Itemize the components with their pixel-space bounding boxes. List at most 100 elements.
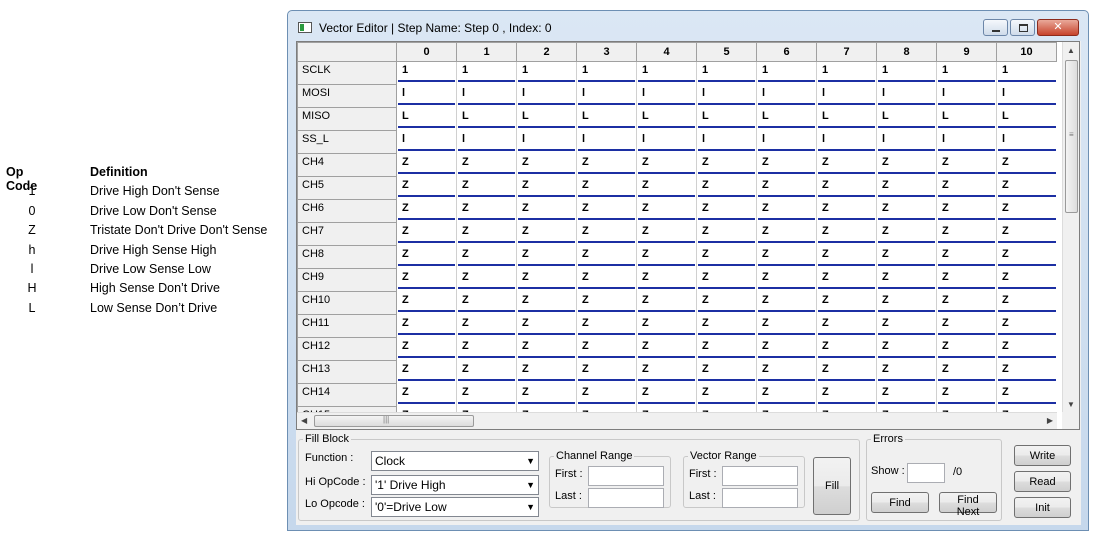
column-header[interactable]: 6 xyxy=(756,42,817,62)
vector-cell[interactable]: Z xyxy=(756,314,817,338)
vector-cell[interactable]: Z xyxy=(576,268,637,292)
vector-cell[interactable]: Z xyxy=(456,268,517,292)
vector-cell[interactable]: 1 xyxy=(636,61,697,85)
vector-cell[interactable]: Z xyxy=(576,245,637,269)
vector-cell[interactable]: Z xyxy=(636,291,697,315)
vector-cell[interactable]: 1 xyxy=(516,61,577,85)
vector-cell[interactable]: Z xyxy=(576,383,637,407)
vector-cell[interactable]: Z xyxy=(936,383,997,407)
channel-first-input[interactable] xyxy=(588,466,664,486)
vector-cell[interactable]: Z xyxy=(396,222,457,246)
vector-cell[interactable]: Z xyxy=(396,245,457,269)
vector-cell[interactable]: l xyxy=(816,130,877,154)
vector-cell[interactable]: L xyxy=(636,107,697,131)
vector-cell[interactable]: Z xyxy=(396,153,457,177)
vector-cell[interactable]: Z xyxy=(876,176,937,200)
vector-last-input[interactable] xyxy=(722,488,798,508)
vector-cell[interactable]: l xyxy=(756,84,817,108)
vector-cell[interactable]: Z xyxy=(696,360,757,384)
vector-cell[interactable]: 1 xyxy=(876,61,937,85)
vector-cell[interactable]: Z xyxy=(876,153,937,177)
channel-row-header[interactable]: CH8 xyxy=(297,245,397,269)
channel-row-header[interactable]: CH14 xyxy=(297,383,397,407)
vector-cell[interactable]: Z xyxy=(876,268,937,292)
vector-cell[interactable]: Z xyxy=(816,291,877,315)
vector-cell[interactable]: Z xyxy=(996,360,1057,384)
vector-cell[interactable]: Z xyxy=(936,268,997,292)
vector-cell[interactable]: Z xyxy=(876,337,937,361)
vector-cell[interactable]: l xyxy=(636,130,697,154)
vector-cell[interactable]: Z xyxy=(756,291,817,315)
channel-row-header[interactable]: CH13 xyxy=(297,360,397,384)
vector-cell[interactable]: Z xyxy=(516,383,577,407)
column-header[interactable]: 9 xyxy=(936,42,997,62)
vector-cell[interactable]: Z xyxy=(936,291,997,315)
vector-cell[interactable]: Z xyxy=(816,337,877,361)
vector-cell[interactable]: Z xyxy=(696,291,757,315)
vector-cell[interactable]: Z xyxy=(516,199,577,223)
vector-cell[interactable]: Z xyxy=(696,268,757,292)
vector-cell[interactable]: L xyxy=(396,107,457,131)
vector-cell[interactable]: 1 xyxy=(456,61,517,85)
vector-cell[interactable]: Z xyxy=(756,245,817,269)
vector-cell[interactable]: Z xyxy=(576,314,637,338)
vector-cell[interactable]: Z xyxy=(936,176,997,200)
vector-cell[interactable]: Z xyxy=(876,314,937,338)
vector-cell[interactable]: Z xyxy=(396,314,457,338)
vector-cell[interactable]: Z xyxy=(456,199,517,223)
vector-cell[interactable]: Z xyxy=(756,360,817,384)
vector-first-input[interactable] xyxy=(722,466,798,486)
vector-cell[interactable]: 1 xyxy=(996,61,1057,85)
vector-cell[interactable]: 1 xyxy=(816,61,877,85)
vector-cell[interactable]: Z xyxy=(456,222,517,246)
vector-cell[interactable]: Z xyxy=(396,337,457,361)
vector-cell[interactable]: L xyxy=(816,107,877,131)
vector-cell[interactable]: L xyxy=(996,107,1057,131)
column-header[interactable]: 1 xyxy=(456,42,517,62)
vector-cell[interactable]: Z xyxy=(696,383,757,407)
vector-cell[interactable]: Z xyxy=(576,337,637,361)
vector-cell[interactable]: Z xyxy=(456,153,517,177)
vertical-scroll-thumb[interactable]: ≡ xyxy=(1065,60,1078,213)
vector-cell[interactable]: Z xyxy=(996,291,1057,315)
vector-cell[interactable]: Z xyxy=(816,176,877,200)
vector-cell[interactable]: Z xyxy=(516,153,577,177)
scroll-up-icon[interactable]: ▲ xyxy=(1067,46,1075,55)
vector-cell[interactable]: l xyxy=(816,84,877,108)
vector-cell[interactable]: Z xyxy=(516,176,577,200)
vector-cell[interactable]: l xyxy=(396,130,457,154)
vector-cell[interactable]: Z xyxy=(516,337,577,361)
vector-cell[interactable]: L xyxy=(696,107,757,131)
vector-cell[interactable]: Z xyxy=(696,337,757,361)
hi-opcode-select[interactable]: '1' Drive High ▼ xyxy=(371,475,539,495)
vector-cell[interactable]: Z xyxy=(756,199,817,223)
vector-cell[interactable]: l xyxy=(876,130,937,154)
vector-cell[interactable]: Z xyxy=(456,360,517,384)
vector-cell[interactable]: Z xyxy=(996,199,1057,223)
vector-cell[interactable]: Z xyxy=(396,360,457,384)
vector-cell[interactable]: L xyxy=(456,107,517,131)
vector-cell[interactable]: Z xyxy=(636,222,697,246)
vector-cell[interactable]: Z xyxy=(636,337,697,361)
vector-cell[interactable]: Z xyxy=(996,245,1057,269)
vector-cell[interactable]: Z xyxy=(816,245,877,269)
vector-cell[interactable]: L xyxy=(936,107,997,131)
vector-cell[interactable]: Z xyxy=(876,199,937,223)
column-header[interactable]: 5 xyxy=(696,42,757,62)
vector-cell[interactable]: Z xyxy=(816,222,877,246)
channel-row-header[interactable]: CH9 xyxy=(297,268,397,292)
close-button[interactable]: ✕ xyxy=(1037,19,1079,36)
channel-row-header[interactable]: CH11 xyxy=(297,314,397,338)
vertical-scrollbar[interactable]: ▲ ≡ ▼ xyxy=(1062,42,1079,412)
column-header[interactable]: 4 xyxy=(636,42,697,62)
vector-cell[interactable]: Z xyxy=(576,222,637,246)
vector-cell[interactable]: Z xyxy=(876,291,937,315)
vector-cell[interactable]: Z xyxy=(396,291,457,315)
vector-cell[interactable]: Z xyxy=(816,383,877,407)
vector-cell[interactable]: Z xyxy=(816,314,877,338)
vector-cell[interactable]: L xyxy=(756,107,817,131)
vector-cell[interactable]: Z xyxy=(996,222,1057,246)
column-header[interactable]: 3 xyxy=(576,42,637,62)
vector-cell[interactable]: Z xyxy=(996,337,1057,361)
vector-cell[interactable]: Z xyxy=(576,153,637,177)
